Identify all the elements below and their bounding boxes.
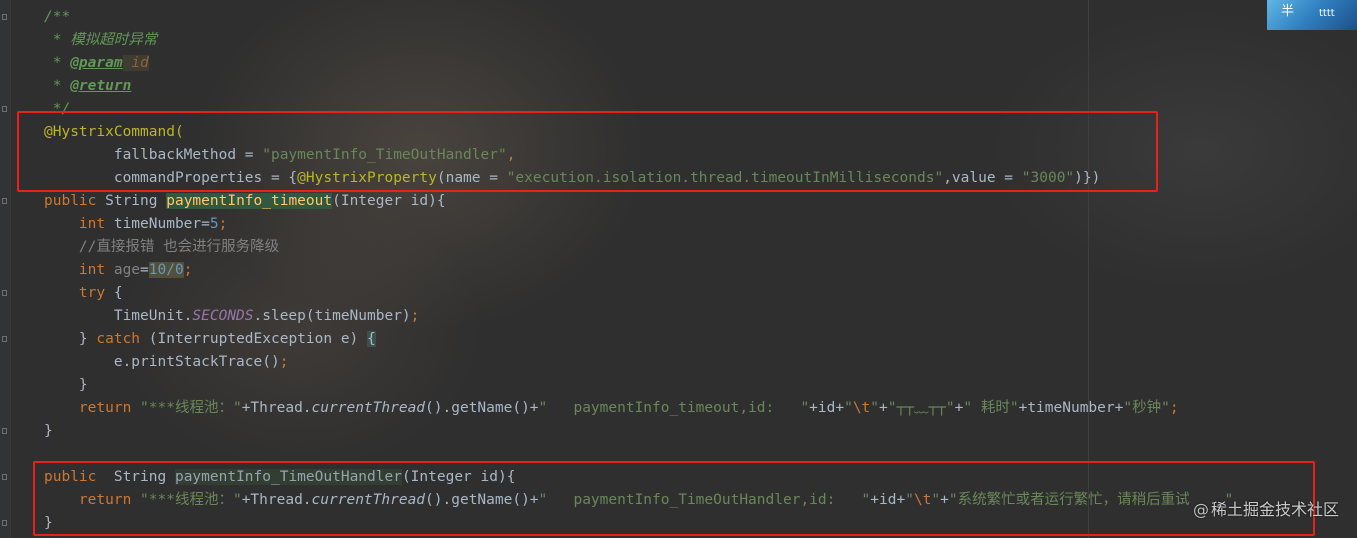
code-token: +Thread.: [241, 400, 312, 416]
corner-glyph: 半: [1281, 4, 1295, 19]
highlight-box-annotation: [17, 111, 1158, 192]
corner-text: tttt: [1319, 8, 1335, 19]
string-literal: ": [870, 400, 880, 416]
fold-marker-icon[interactable]: [2, 106, 7, 112]
line-comment: //直接报错 也会进行服务降级: [44, 239, 280, 255]
keyword: int: [44, 216, 106, 232]
fold-marker-icon[interactable]: [2, 336, 7, 342]
code-token: =: [140, 262, 149, 278]
code-token: ;: [183, 262, 193, 278]
watermark-at-icon: @: [1192, 500, 1209, 519]
keyword: return: [44, 400, 132, 416]
code-line-16[interactable]: e.printStackTrace();: [44, 351, 289, 374]
code-line-10[interactable]: int timeNumber=5;: [44, 213, 227, 236]
fold-marker-icon[interactable]: [2, 428, 7, 434]
code-line-15[interactable]: } catch (InterruptedException e) {: [44, 328, 376, 351]
string-literal: ": [844, 400, 853, 416]
string-literal: " 耗时": [963, 400, 1019, 416]
code-line-2[interactable]: * 模拟超时异常: [44, 29, 157, 52]
fold-marker-icon[interactable]: [2, 520, 7, 526]
code-token: +: [879, 400, 888, 416]
code-token: {: [105, 285, 123, 301]
doc-comment-text: * 模拟超时异常: [44, 32, 158, 48]
fold-marker-icon[interactable]: [2, 198, 7, 204]
doc-comment-star: *: [44, 78, 71, 94]
code-token: (Integer id){: [332, 193, 446, 209]
code-line-1[interactable]: /**: [44, 6, 70, 29]
escape-sequence: \t: [852, 400, 871, 416]
code-line-17[interactable]: }: [44, 374, 88, 397]
code-line-11[interactable]: //直接报错 也会进行服务降级: [44, 236, 279, 259]
code-editor[interactable]: /** * 模拟超时异常 * @param id * @return */ @H…: [0, 0, 1357, 538]
warning-expression[interactable]: 10/0: [148, 262, 184, 278]
static-field: SECONDS: [192, 308, 254, 324]
code-token: }: [44, 331, 97, 347]
string-literal: "***线程池：": [131, 400, 242, 416]
code-token: ;: [218, 216, 228, 232]
brace-match: {: [367, 331, 376, 347]
keyword: int: [44, 262, 106, 278]
code-token: .sleep(timeNumber): [253, 308, 411, 324]
code-line-4[interactable]: * @return: [44, 75, 132, 98]
number-literal: 5: [209, 216, 219, 232]
fold-marker-icon[interactable]: [2, 474, 7, 480]
code-line-9[interactable]: public String paymentInfo_timeout(Intege…: [44, 190, 446, 213]
static-method: currentThread: [311, 400, 426, 416]
code-token: +timeNumber+: [1018, 400, 1124, 416]
code-line-13[interactable]: try {: [44, 282, 123, 305]
code-token: (InterruptedException e): [140, 331, 368, 347]
doc-param-name: id: [122, 55, 149, 71]
string-literal: "秒钟": [1123, 400, 1170, 416]
code-line-14[interactable]: TimeUnit.SECONDS.sleep(timeNumber);: [44, 305, 420, 328]
code-token: String: [96, 193, 167, 209]
code-token: timeNumber=: [105, 216, 210, 232]
editor-gutter[interactable]: [0, 0, 11, 538]
fold-marker-icon[interactable]: [2, 290, 7, 296]
doc-tag-return: @return: [70, 78, 132, 94]
doc-tag-param: @param: [70, 55, 123, 71]
code-token: ;: [410, 308, 420, 324]
brace-match: }: [44, 377, 88, 393]
code-line-3[interactable]: * @param id: [44, 52, 149, 75]
fold-marker-icon[interactable]: [2, 14, 7, 20]
watermark: @ 稀土掘金技术社区: [1193, 496, 1339, 520]
code-token: TimeUnit.: [44, 308, 193, 324]
unused-variable: age: [105, 262, 141, 278]
code-token: e.printStackTrace(): [44, 354, 280, 370]
code-token: }: [44, 423, 53, 439]
highlight-box-fallback-method: [33, 461, 1315, 536]
code-line-18[interactable]: return "***线程池："+Thread.currentThread().…: [44, 397, 1179, 420]
code-line-19[interactable]: }: [44, 420, 53, 443]
string-literal: " paymentInfo_timeout,id: ": [538, 400, 810, 416]
keyword: public: [44, 193, 97, 209]
doc-comment-star: *: [44, 55, 71, 71]
right-margin-guide: [1088, 0, 1089, 538]
keyword: catch: [96, 331, 141, 347]
corner-thumbnail: 半 tttt: [1267, 0, 1357, 30]
string-literal: "┬┬﹏┬┬": [887, 400, 955, 416]
method-name[interactable]: paymentInfo_timeout: [166, 193, 333, 209]
code-token: ().getName()+: [425, 400, 539, 416]
keyword: try: [44, 285, 106, 301]
code-line-12[interactable]: int age=10/0;: [44, 259, 192, 282]
code-token: ;: [1169, 400, 1179, 416]
code-token: +id+: [809, 400, 845, 416]
watermark-text: 稀土掘金技术社区: [1210, 500, 1339, 519]
doc-comment-open: /**: [44, 9, 71, 25]
code-token: ;: [279, 354, 289, 370]
